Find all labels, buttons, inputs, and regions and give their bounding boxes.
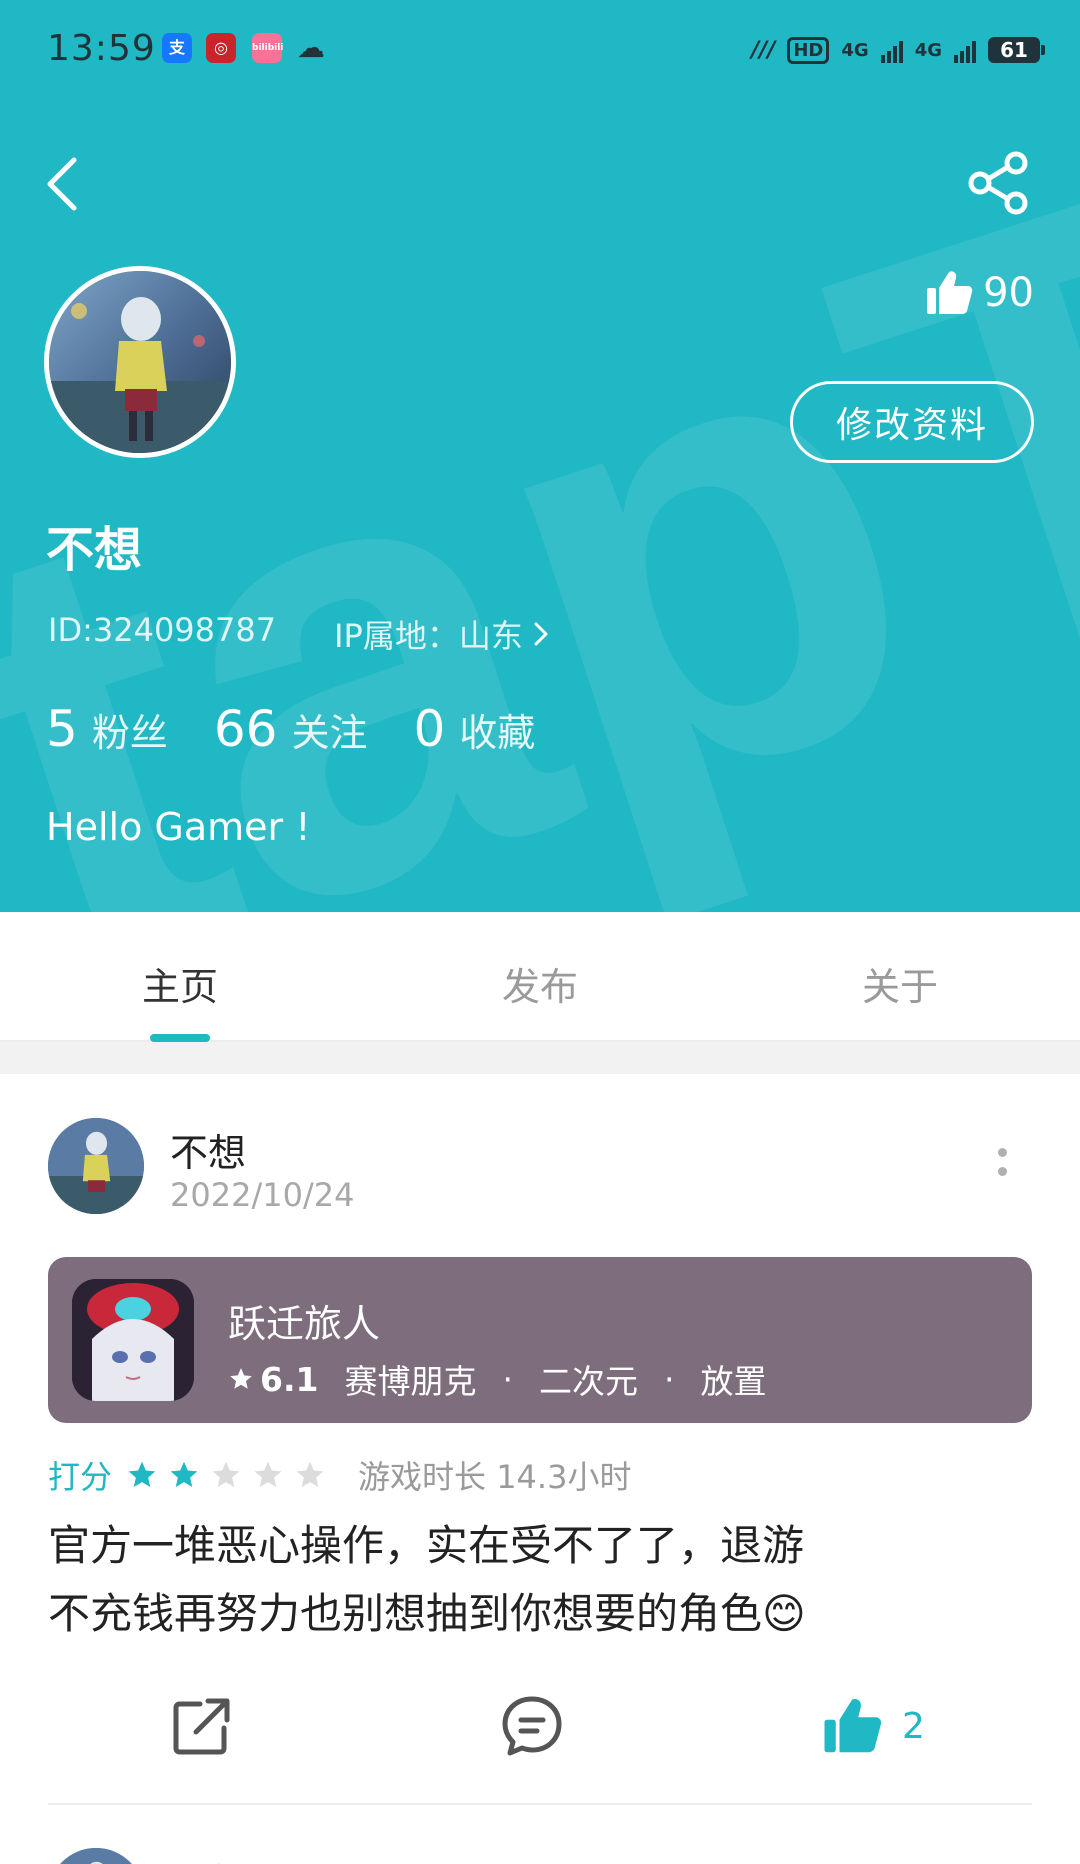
- game-tag: 赛博朋克: [344, 1362, 477, 1401]
- stat-favorites[interactable]: 0 收藏: [413, 700, 535, 758]
- ip-location[interactable]: IP属地：山东: [334, 611, 549, 657]
- more-dot-icon: [998, 1148, 1007, 1157]
- stat-favorites-count: 0: [413, 700, 446, 758]
- profile-likes: 90: [925, 270, 1034, 316]
- game-tag: 二次元: [538, 1362, 638, 1401]
- thumbs-up-icon: [927, 271, 973, 314]
- tab-about[interactable]: 关于: [800, 956, 1000, 1011]
- bank-app-icon: ◎: [206, 33, 236, 63]
- profile-avatar[interactable]: [44, 266, 236, 458]
- back-button[interactable]: [40, 148, 90, 218]
- avatar-image: [48, 1118, 144, 1214]
- rating-label: 打分: [48, 1458, 113, 1496]
- network-4g-label-2: 4G: [914, 39, 942, 61]
- more-dot-icon: [998, 1167, 1007, 1176]
- share-post-button[interactable]: [170, 1694, 234, 1758]
- tab-posts[interactable]: 发布: [440, 956, 640, 1011]
- post-more-button[interactable]: [998, 1148, 1007, 1188]
- chevron-right-icon: [534, 622, 548, 646]
- stat-following-count: 66: [213, 700, 278, 758]
- star-icon: [230, 1368, 252, 1389]
- review-line: 官方一堆恶心操作，实在受不了了，退游: [48, 1521, 805, 1570]
- star-rating: [126, 1459, 326, 1491]
- review-text[interactable]: 官方一堆恶心操作，实在受不了了，退游 不充钱再努力也别想抽到你想要的角色😊: [48, 1512, 1038, 1648]
- external-share-icon: [173, 1698, 230, 1755]
- avatar-image: [48, 1848, 144, 1864]
- stat-fans-count: 5: [46, 700, 78, 758]
- star-filled-icon: [170, 1461, 198, 1487]
- profile-stats: 5 粉丝 66 关注 0 收藏: [46, 700, 581, 758]
- star-filled-icon: [128, 1461, 156, 1487]
- status-indicators: /// HD 4G 4G 61: [751, 34, 1045, 66]
- stat-following-label: 关注: [291, 711, 368, 755]
- game-icon: [72, 1279, 194, 1401]
- playtime: 游戏时长 14.3小时: [358, 1458, 632, 1496]
- cloud-app-icon: ☁: [297, 31, 325, 64]
- hd-icon: HD: [787, 36, 830, 64]
- stat-favorites-label: 收藏: [459, 711, 536, 755]
- game-rating: 6.1: [260, 1359, 319, 1399]
- game-name: 跃迁旅人: [228, 1302, 381, 1346]
- stat-following[interactable]: 66 关注: [214, 700, 368, 758]
- avatar-image: [49, 271, 231, 453]
- profile-header: tapTap 13:59 支 ◎ bilibili ☁ /// HD 4G 4G…: [0, 0, 1080, 912]
- post-author-avatar[interactable]: [48, 1848, 144, 1864]
- star-empty-icon: [254, 1461, 282, 1487]
- post-author-avatar[interactable]: [48, 1118, 144, 1214]
- status-time: 13:59: [47, 28, 156, 69]
- network-4g-label-1: 4G: [841, 39, 869, 61]
- profile-id-line: ID:324098787 IP属地：山东: [48, 611, 549, 657]
- chevron-left-icon: [47, 157, 77, 211]
- alipay-app-icon: 支: [162, 33, 192, 63]
- post-author-name[interactable]: 不想: [170, 1852, 246, 1864]
- post-date: 2022/10/24: [170, 1176, 355, 1214]
- star-empty-icon: [296, 1461, 324, 1487]
- game-art-image: [72, 1279, 194, 1401]
- share-icon: [968, 151, 1028, 215]
- user-id: ID:324098787: [48, 611, 277, 649]
- like-count: 2: [902, 1705, 925, 1747]
- tag-separator: ·: [663, 1359, 675, 1399]
- stat-fans-label: 粉丝: [91, 711, 168, 755]
- likes-count: 90: [983, 270, 1034, 316]
- game-tag: 放置: [700, 1362, 767, 1401]
- speed-icon: ///: [751, 37, 776, 63]
- profile-nickname: 不想: [46, 522, 143, 578]
- game-meta: 6.1 赛博朋克 · 二次元 · 放置: [228, 1355, 766, 1403]
- game-card[interactable]: 跃迁旅人 6.1 赛博朋克 · 二次元 · 放置: [48, 1257, 1032, 1423]
- comment-button[interactable]: [500, 1694, 564, 1758]
- bilibili-app-icon: bilibili: [252, 33, 283, 63]
- battery-icon: 61: [988, 37, 1045, 63]
- comment-icon: [502, 1696, 562, 1756]
- section-gap: [0, 1042, 1080, 1074]
- like-button[interactable]: 2: [822, 1694, 925, 1758]
- profile-tabs: 主页 发布 关于: [0, 912, 1080, 1042]
- tab-active-indicator: [150, 1034, 210, 1042]
- status-bar: 13:59 支 ◎ bilibili ☁ /// HD 4G 4G 61: [0, 0, 1080, 100]
- star-empty-icon: [212, 1461, 240, 1487]
- tag-separator: ·: [502, 1359, 513, 1399]
- ip-location-label: IP属地：山东: [334, 617, 523, 655]
- post-divider: [48, 1803, 1032, 1805]
- rating-row: 打分 游戏时长 14.3小时: [48, 1452, 631, 1498]
- profile-bio: Hello Gamer !: [46, 805, 311, 849]
- tab-home[interactable]: 主页: [80, 956, 280, 1011]
- signal-icon-2: [954, 37, 976, 63]
- thumbs-up-icon: [824, 1698, 882, 1753]
- review-line: 不充钱再努力也别想抽到你想要的角色😊: [48, 1589, 806, 1638]
- stat-fans[interactable]: 5 粉丝: [46, 700, 168, 758]
- signal-icon-1: [880, 37, 903, 63]
- post-author-name[interactable]: 不想: [170, 1122, 246, 1177]
- share-button[interactable]: [966, 150, 1032, 216]
- edit-profile-button[interactable]: 修改资料: [790, 381, 1034, 463]
